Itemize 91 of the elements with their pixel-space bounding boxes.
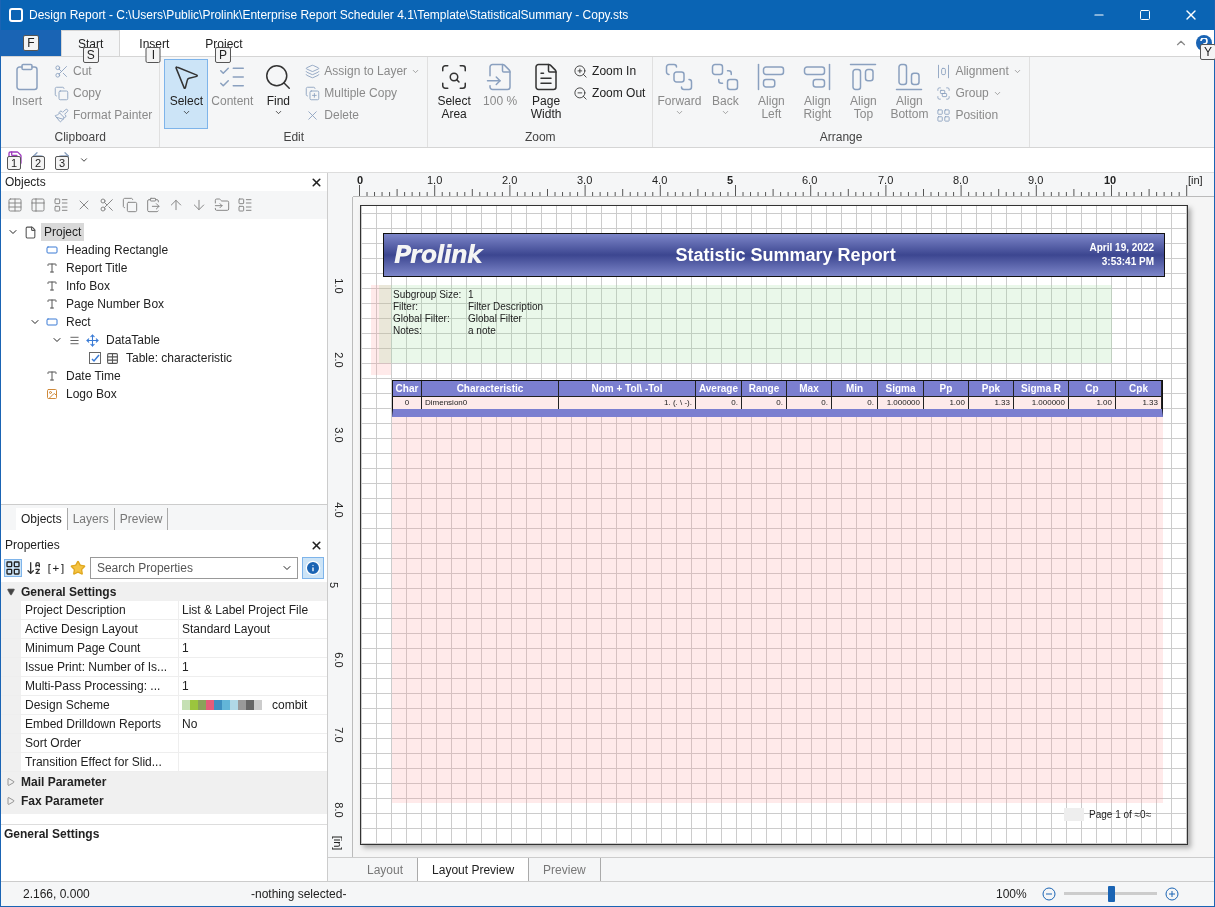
report-date: April 19, 2022 [1089,241,1154,255]
selection-status: -nothing selected- [251,887,348,901]
ruler-label: 3.0 [577,174,593,186]
ruler-label: 7.0 [332,727,345,743]
column-header: Char [393,381,422,396]
group-title: Zoom [523,129,557,146]
group-title: Edit [282,129,306,146]
table-cell: 1.33 [969,396,1014,409]
column-header: Max [787,381,832,396]
property-name: Multi-Pass Processing: ... [21,677,179,695]
table-cell: 0. [832,396,878,409]
column-header: Pp [924,381,969,396]
ruler-label: 4.0 [652,174,668,186]
info-value: 1 [468,289,475,301]
ruler-unit: [in] [1188,174,1203,186]
table-cell: 0. [787,396,832,409]
table-cell: 0. [696,396,742,409]
ruler-label: 8.0 [332,802,345,818]
ruler-label: 6.0 [332,652,345,668]
keytip-tooltip: 1 [7,156,22,170]
property-name: Minimum Page Count [21,639,179,657]
report-time: 3:53:41 PM [1101,255,1154,269]
ruler-label: 7.0 [878,174,894,186]
section-title: General Settings [21,584,117,599]
group-title: Arrange [818,129,864,146]
property-name: Active Design Layout [21,620,179,638]
logo: Prolink [394,241,482,269]
column-header: Sigma R [1014,381,1069,396]
keytip-tooltip: S [82,47,99,63]
column-header: Min [832,381,878,396]
ruler-label: 10 [1104,174,1117,186]
keytip-tooltip: P [215,47,232,63]
table-cell: 0 [393,396,422,409]
table-cell: 1.00 [1069,396,1116,409]
section-title: Mail Parameter [21,774,107,789]
keytip-tooltip: I [145,47,161,63]
keytip: F [23,35,39,51]
window-title: Design Report - C:\Users\Public\Prolink\Enterprise Report Scheduler 4.1\Template\StatisticalSummary - Copy.sts [29,8,630,22]
column-header: Cpk [1116,381,1162,396]
table-cell: 1.000000 [1014,396,1069,409]
ruler-label: 8.0 [953,174,969,186]
ruler-label: 2.0 [502,174,518,186]
column-header: Cp [1069,381,1116,396]
group-title: Clipboard [53,129,107,146]
ruler-label: 1.0 [332,278,345,294]
ruler-label: 2.0 [332,352,345,368]
info-value: Global Filter [468,313,523,325]
table-cell: 1.000000 [878,396,924,409]
table-cell: 0. [742,396,787,409]
ruler-label: 4.0 [332,502,345,518]
zoom-percent: 100% [996,887,1028,901]
column-header: Ppk [969,381,1014,396]
cursor-position: 2.166, 0.000 [23,887,91,901]
page-number: Page 1 of ≈0≈ [1089,809,1152,820]
section-title: Fax Parameter [21,793,104,808]
ruler-label: 9.0 [1028,174,1044,186]
info-label: Notes: [393,325,423,337]
property-name: Design Scheme [21,696,179,714]
description-title: General Settings [4,827,100,841]
ruler-unit: [in] [332,835,345,851]
info-value: Filter Description [468,301,545,313]
column-header: Nom + Tol\ -Tol [559,381,696,396]
keytip-tooltip: Y [1200,44,1215,60]
ruler-label: 1.0 [427,174,443,186]
property-name: Sort Order [21,734,179,752]
ruler-label: 0 [357,174,364,186]
info-label: Global Filter: [393,313,451,325]
ruler-label: 6.0 [802,174,818,186]
table-cell: 1. (. \ -). [559,396,696,409]
ruler-label: 3.0 [332,427,345,443]
column-header: Range [742,381,787,396]
column-header: Sigma [878,381,924,396]
info-label: Filter: [393,301,419,313]
keytip-tooltip: 2 [31,156,46,170]
ruler-label: 5 [328,581,341,589]
info-label: Subgroup Size: [393,289,463,301]
info-value: a note [468,325,497,337]
column-header: Characteristic [422,381,559,396]
table-cell: Dimension0 [422,396,559,409]
table-cell: 1.33 [1116,396,1162,409]
report-title: Statistic Summary Report [674,244,897,266]
panel-title: Objects [5,175,46,189]
panel-title: Properties [5,538,60,552]
column-header: Average [696,381,742,396]
property-name: Project Description [21,601,179,619]
table-cell: 1.00 [924,396,969,409]
property-name: Issue Print: Number of Is... [21,658,179,676]
ruler-label: 5 [727,174,734,186]
property-name: Transition Effect for Slid... [21,753,179,771]
property-name: Embed Drilldown Reports [21,715,179,733]
keytip-tooltip: 3 [55,156,70,170]
